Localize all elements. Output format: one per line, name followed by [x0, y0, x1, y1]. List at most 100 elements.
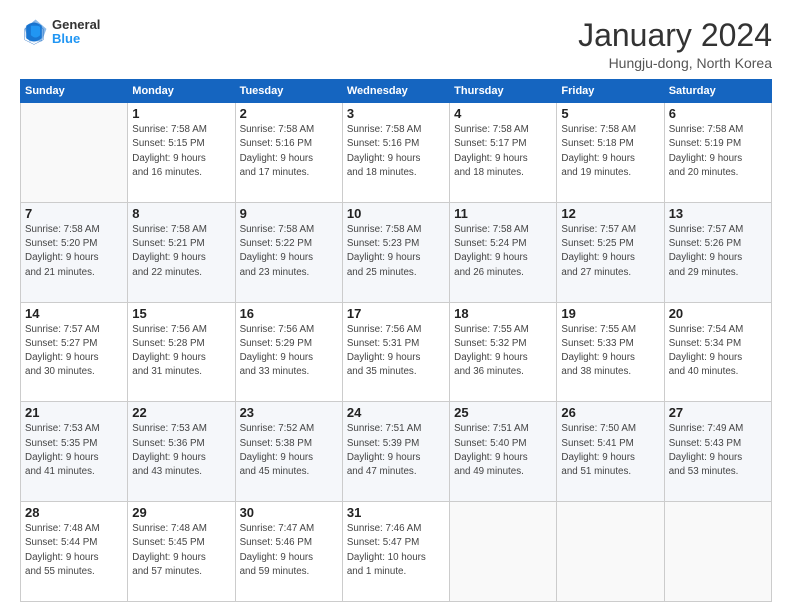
calendar-header-sunday: Sunday [21, 80, 128, 103]
calendar-cell [450, 502, 557, 602]
calendar-cell: 25 Sunrise: 7:51 AM Sunset: 5:40 PM Dayli… [450, 402, 557, 502]
day-info: Sunrise: 7:58 AM Sunset: 5:21 PM Dayligh… [132, 223, 230, 280]
calendar-cell [664, 502, 771, 602]
calendar-week-4: 28 Sunrise: 7:48 AM Sunset: 5:44 PM Dayli… [21, 502, 772, 602]
day-number: 24 [347, 405, 445, 420]
day-info: Sunrise: 7:58 AM Sunset: 5:17 PM Dayligh… [454, 123, 552, 180]
day-number: 12 [561, 206, 659, 221]
day-info: Sunrise: 7:53 AM Sunset: 5:35 PM Dayligh… [25, 422, 123, 479]
calendar-cell: 20 Sunrise: 7:54 AM Sunset: 5:34 PM Dayli… [664, 302, 771, 402]
title-block: January 2024 Hungju-dong, North Korea [578, 18, 772, 71]
logo-icon [20, 18, 48, 46]
calendar-cell: 16Sunrise: 7:56 AM Sunset: 5:29 PM Dayli… [235, 302, 342, 402]
calendar-cell: 7Sunrise: 7:58 AM Sunset: 5:20 PM Daylig… [21, 202, 128, 302]
calendar-cell: 17 Sunrise: 7:56 AM Sunset: 5:31 PM Dayli… [342, 302, 449, 402]
day-number: 9 [240, 206, 338, 221]
day-number: 21 [25, 405, 123, 420]
day-number: 1 [132, 106, 230, 121]
day-number: 20 [669, 306, 767, 321]
day-number: 27 [669, 405, 767, 420]
day-info: Sunrise: 7:56 AM Sunset: 5:28 PM Dayligh… [132, 323, 230, 380]
header: General Blue January 2024 Hungju-dong, N… [20, 18, 772, 71]
logo-blue: Blue [52, 32, 100, 46]
day-info: Sunrise: 7:58 AM Sunset: 5:18 PM Dayligh… [561, 123, 659, 180]
day-info: Sunrise: 7:51 AM Sunset: 5:40 PM Dayligh… [454, 422, 552, 479]
day-info: Sunrise: 7:58 AM Sunset: 5:24 PM Dayligh… [454, 223, 552, 280]
calendar-cell: 6 Sunrise: 7:58 AM Sunset: 5:19 PM Daylig… [664, 103, 771, 203]
calendar-cell: 21 Sunrise: 7:53 AM Sunset: 5:35 PM Dayli… [21, 402, 128, 502]
calendar-cell: 3Sunrise: 7:58 AM Sunset: 5:16 PM Daylig… [342, 103, 449, 203]
calendar-cell: 30 Sunrise: 7:47 AM Sunset: 5:46 PM Dayli… [235, 502, 342, 602]
calendar-cell: 24 Sunrise: 7:51 AM Sunset: 5:39 PM Dayli… [342, 402, 449, 502]
day-number: 5 [561, 106, 659, 121]
calendar-cell: 9 Sunrise: 7:58 AM Sunset: 5:22 PM Daylig… [235, 202, 342, 302]
calendar-cell: 4 Sunrise: 7:58 AM Sunset: 5:17 PM Daylig… [450, 103, 557, 203]
calendar-cell [557, 502, 664, 602]
calendar-week-1: 7Sunrise: 7:58 AM Sunset: 5:20 PM Daylig… [21, 202, 772, 302]
calendar-cell: 8 Sunrise: 7:58 AM Sunset: 5:21 PM Daylig… [128, 202, 235, 302]
calendar-cell: 13 Sunrise: 7:57 AM Sunset: 5:26 PM Dayli… [664, 202, 771, 302]
day-info: Sunrise: 7:57 AM Sunset: 5:25 PM Dayligh… [561, 223, 659, 280]
day-number: 29 [132, 505, 230, 520]
location: Hungju-dong, North Korea [578, 55, 772, 71]
day-number: 26 [561, 405, 659, 420]
calendar-header-row: SundayMondayTuesdayWednesdayThursdayFrid… [21, 80, 772, 103]
calendar-cell: 10 Sunrise: 7:58 AM Sunset: 5:23 PM Dayli… [342, 202, 449, 302]
day-info: Sunrise: 7:53 AM Sunset: 5:36 PM Dayligh… [132, 422, 230, 479]
day-number: 14 [25, 306, 123, 321]
day-info: Sunrise: 7:58 AM Sunset: 5:23 PM Dayligh… [347, 223, 445, 280]
day-number: 2 [240, 106, 338, 121]
day-number: 10 [347, 206, 445, 221]
calendar-cell: 18 Sunrise: 7:55 AM Sunset: 5:32 PM Dayli… [450, 302, 557, 402]
day-number: 17 [347, 306, 445, 321]
day-info: Sunrise: 7:58 AM Sunset: 5:16 PM Dayligh… [240, 123, 338, 180]
day-number: 13 [669, 206, 767, 221]
day-number: 25 [454, 405, 552, 420]
day-number: 3 [347, 106, 445, 121]
day-number: 30 [240, 505, 338, 520]
day-number: 18 [454, 306, 552, 321]
day-number: 11 [454, 206, 552, 221]
calendar-header-wednesday: Wednesday [342, 80, 449, 103]
calendar: SundayMondayTuesdayWednesdayThursdayFrid… [20, 79, 772, 602]
day-number: 6 [669, 106, 767, 121]
calendar-week-3: 21 Sunrise: 7:53 AM Sunset: 5:35 PM Dayli… [21, 402, 772, 502]
calendar-cell: 28 Sunrise: 7:48 AM Sunset: 5:44 PM Dayli… [21, 502, 128, 602]
calendar-cell: 23Sunrise: 7:52 AM Sunset: 5:38 PM Dayli… [235, 402, 342, 502]
day-number: 28 [25, 505, 123, 520]
day-number: 4 [454, 106, 552, 121]
day-info: Sunrise: 7:58 AM Sunset: 5:20 PM Dayligh… [25, 223, 123, 280]
calendar-header-monday: Monday [128, 80, 235, 103]
calendar-cell: 11 Sunrise: 7:58 AM Sunset: 5:24 PM Dayli… [450, 202, 557, 302]
calendar-cell: 31Sunrise: 7:46 AM Sunset: 5:47 PM Dayli… [342, 502, 449, 602]
day-info: Sunrise: 7:54 AM Sunset: 5:34 PM Dayligh… [669, 323, 767, 380]
logo: General Blue [20, 18, 100, 47]
calendar-cell: 1Sunrise: 7:58 AM Sunset: 5:15 PM Daylig… [128, 103, 235, 203]
day-info: Sunrise: 7:55 AM Sunset: 5:32 PM Dayligh… [454, 323, 552, 380]
day-number: 31 [347, 505, 445, 520]
day-info: Sunrise: 7:58 AM Sunset: 5:19 PM Dayligh… [669, 123, 767, 180]
calendar-cell: 22 Sunrise: 7:53 AM Sunset: 5:36 PM Dayli… [128, 402, 235, 502]
day-info: Sunrise: 7:47 AM Sunset: 5:46 PM Dayligh… [240, 522, 338, 579]
day-number: 19 [561, 306, 659, 321]
day-info: Sunrise: 7:52 AM Sunset: 5:38 PM Dayligh… [240, 422, 338, 479]
calendar-cell: 19 Sunrise: 7:55 AM Sunset: 5:33 PM Dayli… [557, 302, 664, 402]
calendar-cell: 12 Sunrise: 7:57 AM Sunset: 5:25 PM Dayli… [557, 202, 664, 302]
calendar-header-friday: Friday [557, 80, 664, 103]
calendar-cell: 5 Sunrise: 7:58 AM Sunset: 5:18 PM Daylig… [557, 103, 664, 203]
day-number: 8 [132, 206, 230, 221]
day-info: Sunrise: 7:55 AM Sunset: 5:33 PM Dayligh… [561, 323, 659, 380]
day-info: Sunrise: 7:57 AM Sunset: 5:26 PM Dayligh… [669, 223, 767, 280]
day-info: Sunrise: 7:50 AM Sunset: 5:41 PM Dayligh… [561, 422, 659, 479]
day-number: 16 [240, 306, 338, 321]
day-info: Sunrise: 7:48 AM Sunset: 5:44 PM Dayligh… [25, 522, 123, 579]
day-info: Sunrise: 7:51 AM Sunset: 5:39 PM Dayligh… [347, 422, 445, 479]
day-number: 22 [132, 405, 230, 420]
month-title: January 2024 [578, 18, 772, 53]
day-info: Sunrise: 7:56 AM Sunset: 5:31 PM Dayligh… [347, 323, 445, 380]
day-info: Sunrise: 7:58 AM Sunset: 5:22 PM Dayligh… [240, 223, 338, 280]
day-info: Sunrise: 7:57 AM Sunset: 5:27 PM Dayligh… [25, 323, 123, 380]
calendar-header-thursday: Thursday [450, 80, 557, 103]
day-info: Sunrise: 7:48 AM Sunset: 5:45 PM Dayligh… [132, 522, 230, 579]
day-info: Sunrise: 7:49 AM Sunset: 5:43 PM Dayligh… [669, 422, 767, 479]
